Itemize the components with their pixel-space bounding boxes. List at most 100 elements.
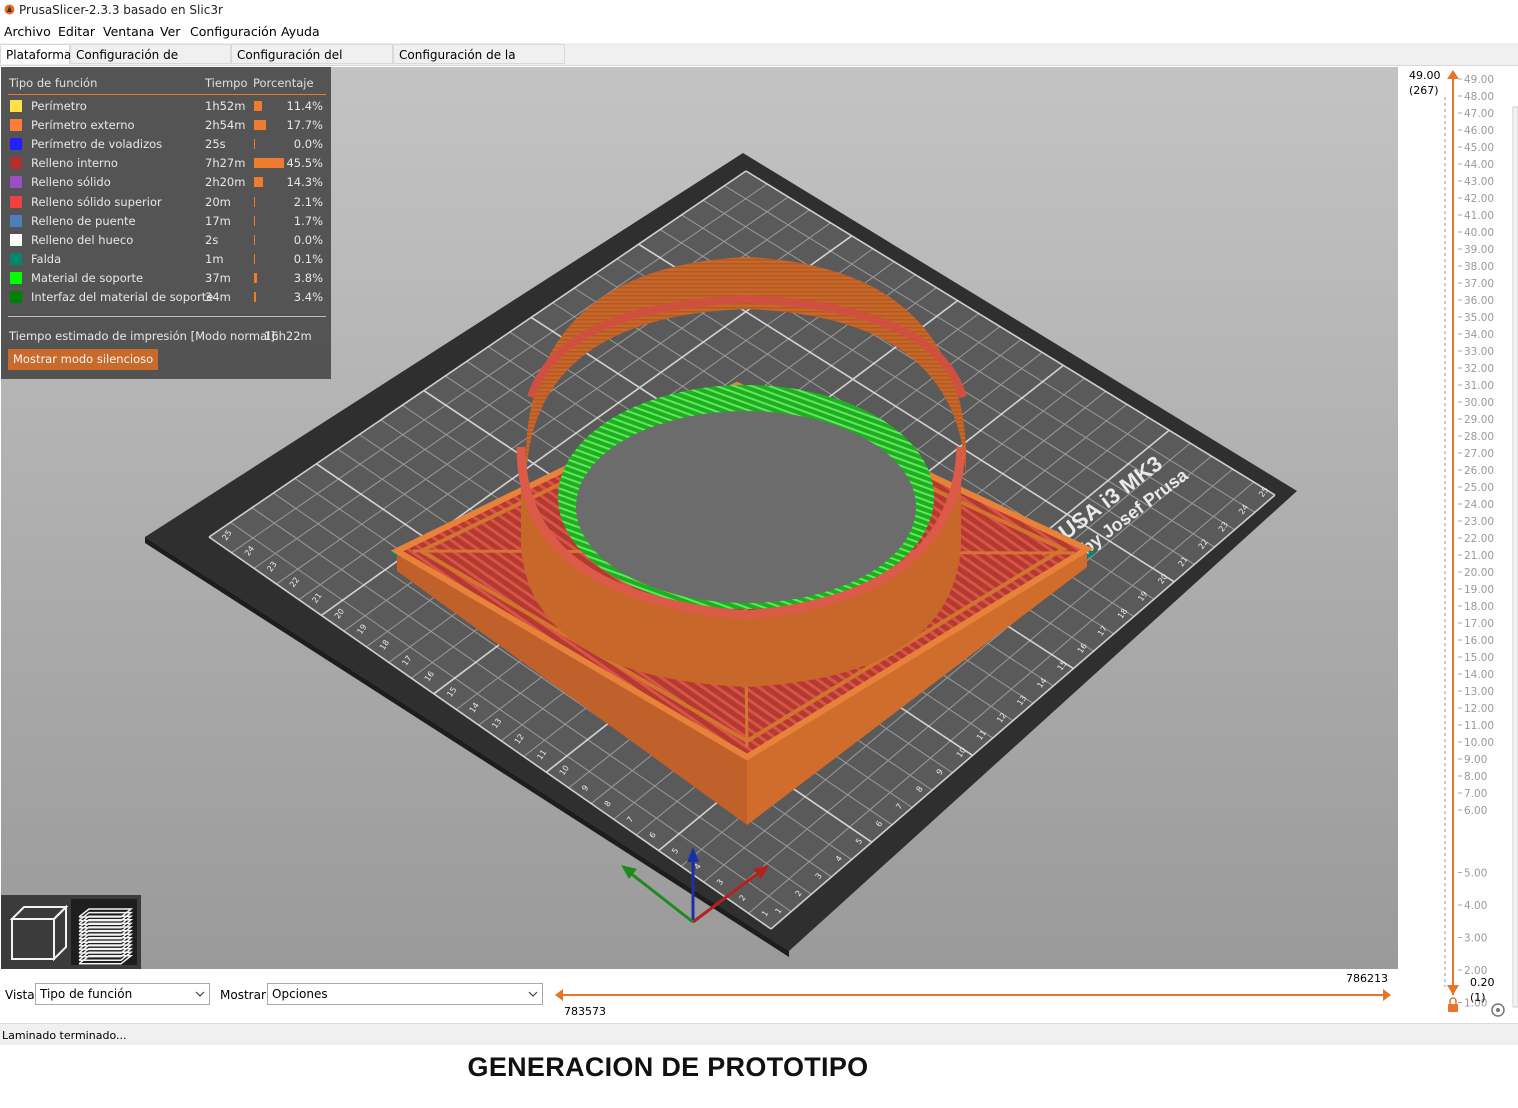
legend-percent-bar — [254, 215, 256, 226]
legend-color-swatch — [10, 214, 22, 227]
status-text: Laminado terminado... — [2, 1029, 127, 1042]
layer-height-tick: 13.00 — [1464, 686, 1494, 698]
show-silent-mode-button[interactable]: Mostrar modo silencioso — [8, 349, 159, 370]
vista-select[interactable]: Tipo de función — [35, 983, 210, 1005]
menu-ayuda[interactable]: Ayuda — [281, 24, 320, 39]
layer-height-tick: 20.00 — [1464, 567, 1494, 579]
legend-percent: 3.8% — [293, 270, 323, 285]
tab-print-settings[interactable]: Configuración de Impresión — [70, 44, 231, 82]
chevron-down-icon — [195, 991, 205, 997]
layer-height-tick: 18.00 — [1464, 601, 1494, 613]
legend-header-divider — [8, 94, 326, 95]
layer-height-tick: 49.00 — [1464, 74, 1494, 86]
tab-plataforma[interactable]: Plataforma — [0, 44, 71, 64]
legend-label: Material de soporte — [31, 270, 144, 285]
right-panel: 49.00 48.00 47.00 46.00 45.00 44.00 43.00 42.00… — [1398, 67, 1518, 1022]
cube-icon — [9, 904, 69, 962]
layer-height-tick: 31.00 — [1464, 380, 1494, 392]
legend-time: 2s — [205, 232, 219, 247]
estimated-time-value: 16h22m — [264, 329, 312, 343]
legend-header-type: Tipo de función — [9, 76, 98, 90]
legend-percent: 45.5% — [286, 156, 323, 171]
legend-percent: 0.1% — [293, 251, 323, 266]
layer-height-tick: 41.00 — [1464, 210, 1494, 222]
title-bar: PrusaSlicer-2.3.3 basado en Slic3r — [0, 0, 1518, 20]
h-slider-right-thumb[interactable] — [1383, 989, 1391, 1001]
layer-height-tick: 27.00 — [1464, 448, 1494, 460]
legend-percent: 0.0% — [293, 137, 323, 152]
legend-label: Relleno del hueco — [31, 232, 134, 247]
tab-printer-settings[interactable]: Configuración de la Impresora — [393, 44, 565, 82]
window-title: PrusaSlicer-2.3.3 basado en Slic3r — [19, 3, 223, 17]
legend-percent: 3.4% — [293, 290, 323, 304]
ring-opening — [576, 411, 916, 603]
legend-divider — [8, 316, 326, 317]
menu-ver[interactable]: Ver — [160, 24, 180, 39]
legend-label: Relleno sólido superior — [31, 194, 162, 209]
menu-configuracion[interactable]: Configuración — [190, 24, 277, 39]
layer-height-tick: 25.00 — [1464, 482, 1494, 494]
legend-label: Perímetro — [31, 99, 87, 113]
vertical-layer-slider[interactable]: 49.00 48.00 47.00 46.00 45.00 44.00 43.00 42.00… — [1398, 67, 1518, 1022]
mostrar-select[interactable]: Opciones — [267, 983, 543, 1005]
view-mode-buttons — [1, 895, 141, 969]
legend-row: Falda 1m 0.1% — [1, 249, 331, 268]
layers-view-button[interactable] — [71, 899, 137, 965]
layer-height-tick: 46.00 — [1464, 125, 1494, 137]
layer-height-tick: 40.00 — [1464, 227, 1494, 239]
layer-height-tick: 10.00 — [1464, 737, 1494, 749]
layer-height-tick: 35.00 — [1464, 312, 1494, 324]
legend-row: Perímetro 1h52m 11.4% — [1, 96, 331, 115]
3d-view-button[interactable] — [4, 899, 70, 965]
layer-height-tick: 15.00 — [1464, 652, 1494, 664]
legend-row: Perímetro de voladizos 25s 0.0% — [1, 134, 331, 153]
layer-height-tick: 9.00 — [1464, 754, 1487, 766]
layer-height-tick: 43.00 — [1464, 176, 1494, 188]
layer-height-tick: 32.00 — [1464, 363, 1494, 375]
horizontal-move-slider[interactable] — [553, 985, 1393, 1005]
layer-height-tick: 28.00 — [1464, 431, 1494, 443]
legend-row: Material de soporte 37m 3.8% — [1, 268, 331, 287]
menu-archivo[interactable]: Archivo — [4, 24, 51, 39]
layer-height-tick: 36.00 — [1464, 295, 1494, 307]
legend-percent: 14.3% — [286, 175, 323, 190]
tab-filament-settings[interactable]: Configuración del filamento — [231, 44, 393, 82]
legend-color-swatch — [10, 291, 22, 303]
legend-percent-bar — [254, 234, 255, 245]
layer-height-tick: 7.00 — [1464, 788, 1487, 800]
legend-percent-bar — [254, 272, 257, 283]
legend-percent-bar — [254, 196, 256, 207]
legend-color-swatch — [10, 138, 22, 151]
legend-label: Falda — [31, 251, 62, 266]
menu-ventana[interactable]: Ventana — [103, 24, 154, 39]
layer-height-tick: 4.00 — [1464, 900, 1487, 912]
legend-time: 17m — [205, 213, 231, 228]
legend-percent-bar — [254, 139, 255, 150]
lock-icon[interactable] — [1448, 1004, 1458, 1012]
legend-row: Interfaz del material de soporte 34m 3.4% — [1, 287, 331, 306]
layer-height-tick: 23.00 — [1464, 516, 1494, 528]
layer-height-tick: 14.00 — [1464, 669, 1494, 681]
slider-lower-thumb[interactable] — [1447, 985, 1459, 995]
layer-height-tick: 11.00 — [1464, 720, 1494, 732]
legend-color-swatch — [10, 100, 22, 112]
slider-upper-thumb[interactable] — [1447, 70, 1459, 79]
h-slider-left-thumb[interactable] — [555, 989, 563, 1001]
layer-height-tick: 45.00 — [1464, 142, 1494, 154]
layer-height-tick: 34.00 — [1464, 329, 1494, 341]
legend-time: 20m — [205, 194, 231, 209]
legend-label: Interfaz del material de soporte — [31, 290, 214, 304]
legend-percent: 11.4% — [286, 99, 323, 113]
menu-editar[interactable]: Editar — [58, 24, 95, 39]
legend-label: Perímetro de voladizos — [31, 137, 163, 152]
status-bar: Laminado terminado... — [0, 1023, 1518, 1045]
layer-height-tick: 21.00 — [1464, 550, 1494, 562]
h-slider-left-value: 783573 — [564, 1005, 606, 1018]
legend-percent: 0.0% — [293, 232, 323, 247]
layer-height-tick: 26.00 — [1464, 465, 1494, 477]
layer-height-tick: 5.00 — [1464, 868, 1487, 880]
legend-time: 25s — [205, 137, 226, 152]
layer-height-tick: 42.00 — [1464, 193, 1494, 205]
legend-row: Relleno del hueco 2s 0.0% — [1, 230, 331, 249]
layer-height-tick: 8.00 — [1464, 771, 1487, 783]
